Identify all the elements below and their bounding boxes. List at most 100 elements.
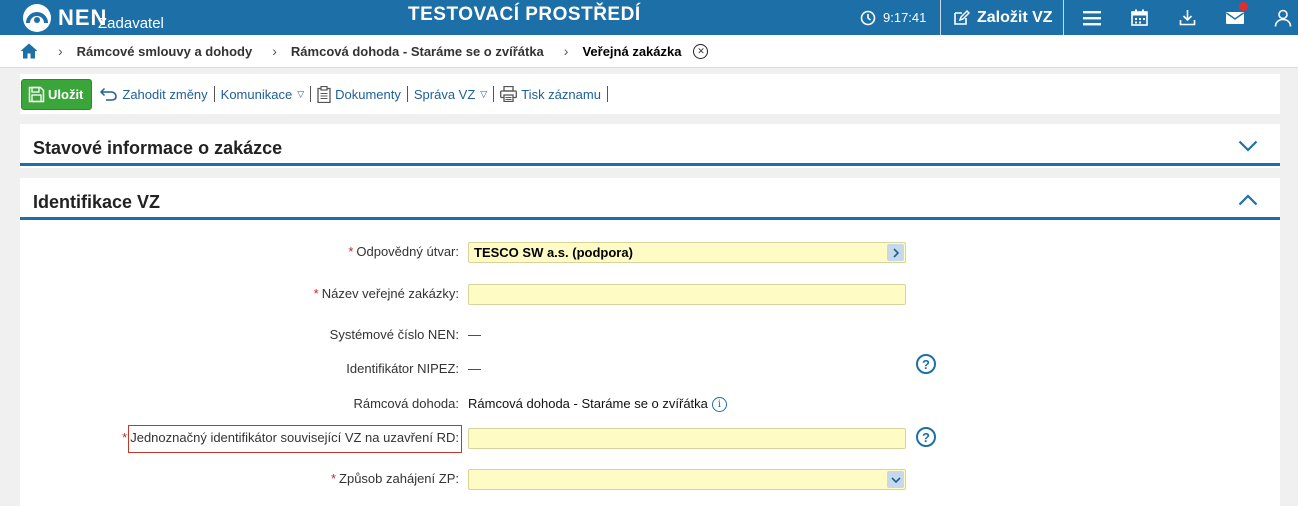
- divider: [1063, 0, 1064, 35]
- create-vz-button[interactable]: Založit VZ: [952, 0, 1053, 35]
- form-row-nipez: Identifikátor NIPEZ: — ?: [20, 354, 1280, 383]
- download-icon: [1179, 10, 1195, 26]
- mail-icon: [1226, 11, 1244, 24]
- chevron-right-icon: ›: [563, 43, 569, 59]
- status-info-panel: Stavové informace o zakázce: [20, 124, 1280, 168]
- user-icon: [1274, 9, 1292, 27]
- contract-name-input[interactable]: [468, 284, 906, 305]
- framework-link[interactable]: Rámcová dohoda - Staráme se o zvířátka: [468, 396, 708, 411]
- initiation-select[interactable]: [468, 469, 906, 490]
- printer-icon: [500, 86, 518, 102]
- breadcrumb-current: Veřejná zakázka: [582, 43, 682, 59]
- label-text: Název veřejné zakázky:: [321, 286, 459, 301]
- status-info-header[interactable]: Stavové informace o zakázce: [20, 124, 1280, 166]
- chevron-up-icon[interactable]: [1238, 194, 1258, 206]
- communication-label: Komunikace: [220, 86, 293, 102]
- field-label: Rámcová dohoda:: [353, 396, 459, 411]
- required-mark: *: [313, 286, 319, 301]
- calendar-icon: [1130, 9, 1148, 26]
- form-row-framework: Rámcová dohoda: Rámcová dohoda - Staráme…: [20, 390, 1280, 418]
- session-timer: 9:17:41: [860, 0, 926, 35]
- triangle-down-icon: ▽: [480, 88, 488, 99]
- select-unit-button[interactable]: [887, 244, 904, 261]
- create-vz-label: Založit VZ: [977, 8, 1053, 26]
- clock-icon: [860, 10, 876, 25]
- chevron-right-icon: ›: [58, 43, 63, 59]
- chevron-right-icon: [892, 247, 899, 258]
- triangle-down-icon: ▽: [297, 88, 305, 99]
- logo-subtitle: Zadavatel: [98, 15, 164, 32]
- form-row-contract-name: * Název veřejné zakázky:: [20, 283, 1280, 311]
- dropdown-button[interactable]: [887, 471, 904, 488]
- chevron-down-icon: [890, 476, 901, 483]
- field-label: * Jednoznačný identifikátor související V…: [122, 430, 459, 445]
- vz-admin-menu[interactable]: Správa VZ ▽: [408, 87, 493, 102]
- required-mark: *: [348, 244, 354, 259]
- breadcrumb-item[interactable]: Rámcová dohoda - Staráme se o zvířátka: [291, 44, 544, 59]
- discard-label: Zahodit změny: [122, 86, 208, 102]
- print-label: Tisk záznamu: [521, 86, 601, 102]
- field-label: * Název veřejné zakázky:: [314, 286, 459, 301]
- close-icon: ✕: [697, 45, 705, 56]
- help-icon[interactable]: ?: [916, 427, 936, 447]
- close-tab-button[interactable]: ✕: [693, 43, 709, 59]
- responsible-unit-value: TESCO SW a.s. (podpora): [474, 245, 633, 260]
- field-label: * Způsob zahájení ZP:: [331, 471, 459, 486]
- help-icon[interactable]: ?: [916, 354, 936, 374]
- field-label: * Odpovědný útvar:: [348, 244, 459, 259]
- documents-button[interactable]: Dokumenty: [311, 85, 407, 103]
- undo-icon: [100, 87, 118, 101]
- home-button[interactable]: [20, 43, 38, 59]
- menu-button[interactable]: [1077, 0, 1107, 35]
- required-mark: *: [330, 471, 337, 486]
- framework-value-wrap: Rámcová dohoda - Staráme se o zvířátka i: [468, 396, 727, 413]
- vz-admin-label: Správa VZ: [413, 86, 476, 102]
- form-row-unique-id: * Jednoznačný identifikátor související V…: [20, 425, 1280, 455]
- print-button[interactable]: Tisk záznamu: [494, 86, 607, 102]
- nen-logo-icon: [23, 3, 51, 32]
- chevron-right-icon: ›: [272, 43, 277, 59]
- documents-label: Dokumenty: [335, 86, 401, 102]
- label-text: Způsob zahájení ZP:: [339, 471, 459, 486]
- system-number-value: —: [468, 327, 481, 342]
- user-button[interactable]: [1268, 0, 1298, 35]
- notification-badge: [1239, 2, 1248, 11]
- required-mark: *: [122, 430, 128, 445]
- field-label: Identifikátor NIPEZ:: [346, 361, 459, 376]
- responsible-unit-field[interactable]: TESCO SW a.s. (podpora): [468, 242, 906, 263]
- form-row-system-number: Systémové číslo NEN: —: [20, 321, 1280, 349]
- breadcrumb: › Rámcové smlouvy a dohody › Rámcová doh…: [0, 35, 1298, 68]
- discard-changes-button[interactable]: Zahodit změny: [94, 87, 213, 102]
- breadcrumb-item[interactable]: Rámcové smlouvy a dohody: [77, 44, 253, 59]
- menu-icon: [1083, 10, 1101, 25]
- nipez-value: —: [468, 361, 481, 376]
- home-icon: [20, 43, 38, 59]
- identification-panel: Identifikace VZ * Odpovědný útvar: TESCO …: [20, 178, 1280, 506]
- label-text: Odpovědný útvar:: [356, 244, 459, 259]
- save-icon: [28, 86, 45, 102]
- document-icon: [317, 85, 331, 103]
- communication-menu[interactable]: Komunikace ▽: [215, 87, 310, 102]
- calendar-button[interactable]: [1124, 0, 1154, 35]
- save-button[interactable]: Uložit: [21, 78, 93, 110]
- toolbar-divider: [606, 86, 608, 102]
- action-toolbar: Uložit Zahodit změny Komunikace ▽ Dokume…: [20, 74, 1280, 114]
- form-row-initiation: * Způsob zahájení ZP:: [20, 468, 1280, 496]
- mail-button[interactable]: [1220, 0, 1250, 35]
- download-button[interactable]: [1172, 0, 1202, 35]
- field-label: Systémové číslo NEN:: [329, 327, 459, 342]
- save-label: Uložit: [48, 86, 84, 102]
- unique-id-input[interactable]: [468, 428, 906, 449]
- info-icon[interactable]: i: [711, 397, 727, 413]
- edit-icon: [954, 9, 970, 25]
- label-text: Jednoznačný identifikátor související VZ…: [130, 430, 459, 445]
- chevron-down-icon[interactable]: [1238, 140, 1258, 152]
- panel-title: Identifikace VZ: [33, 192, 161, 212]
- panel-title: Stavové informace o zakázce: [33, 138, 283, 158]
- form-row-responsible-unit: * Odpovědný útvar: TESCO SW a.s. (podpora…: [20, 241, 1280, 269]
- identification-header[interactable]: Identifikace VZ: [20, 178, 1280, 220]
- top-bar: NEN Zadavatel TESTOVACÍ PROSTŘEDÍ 9:17:4…: [0, 0, 1298, 35]
- clock-value: 9:17:41: [883, 10, 927, 25]
- divider: [940, 0, 941, 35]
- nen-logo[interactable]: NEN: [22, 2, 107, 33]
